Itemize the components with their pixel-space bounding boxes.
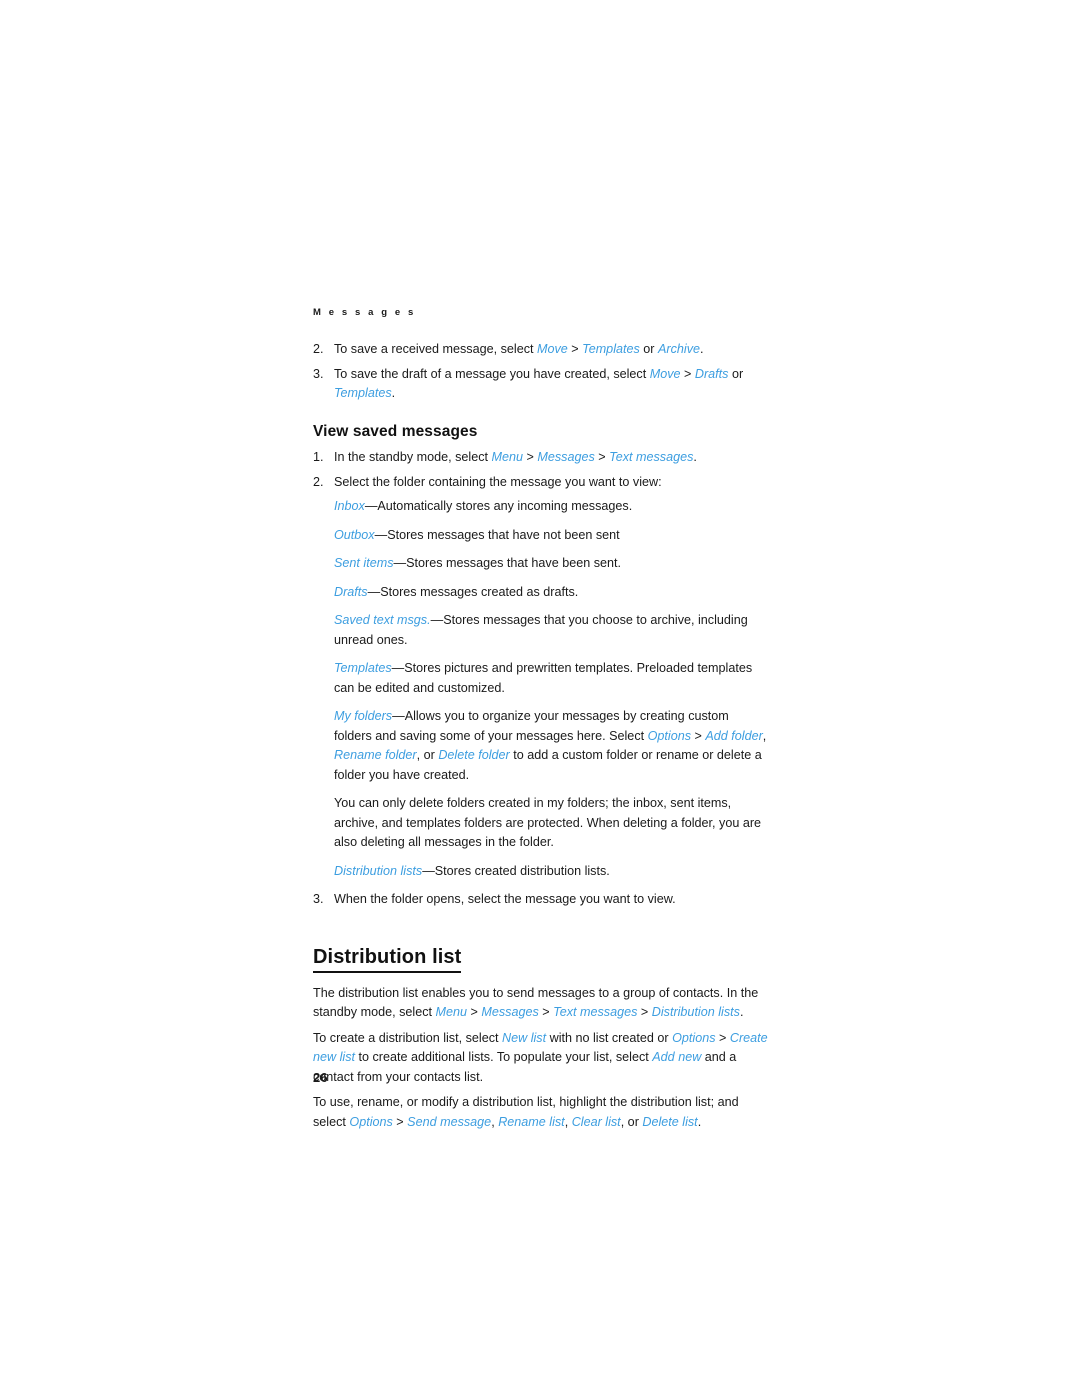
ui-reference: Menu <box>435 1005 468 1020</box>
list-item: 2. Select the folder containing the mess… <box>313 473 768 493</box>
ui-reference: My folders <box>334 709 393 724</box>
ui-reference: Templates <box>334 661 392 676</box>
distribution-list-paragraph-create: To create a distribution list, select Ne… <box>313 1030 768 1084</box>
ui-reference: Options <box>647 728 692 743</box>
ui-reference: Messages <box>481 1005 539 1020</box>
ui-reference: Clear list <box>571 1114 621 1129</box>
ui-reference: Send message <box>407 1114 492 1129</box>
list-item: 1. In the standby mode, select Menu > Me… <box>313 448 768 468</box>
list-item-number: 3. <box>313 892 324 907</box>
ui-reference: Drafts <box>694 366 729 381</box>
ui-reference: Delete list <box>642 1114 698 1129</box>
list-item-number: 3. <box>313 366 324 381</box>
ui-reference: Rename folder <box>334 748 417 763</box>
ui-reference: Delete folder <box>438 748 510 763</box>
ui-reference: Options <box>672 1030 716 1045</box>
view-saved-messages-list-final: 3. When the folder opens, select the mes… <box>313 890 768 910</box>
ui-reference: Drafts <box>334 584 368 599</box>
ui-reference: Text messages <box>609 450 694 465</box>
chapter-heading-distribution-list: Distribution list <box>313 945 462 973</box>
folder-description-saved-text-msgs: Saved text msgs.—Stores messages that yo… <box>334 613 748 647</box>
list-item: 3. When the folder opens, select the mes… <box>313 890 768 910</box>
chapter-heading-wrap: Distribution list <box>313 915 768 984</box>
folder-description-drafts: Drafts—Stores messages created as drafts… <box>334 584 579 599</box>
folder-description-distribution-lists: Distribution lists—Stores created distri… <box>334 863 610 878</box>
ui-reference: Rename list <box>498 1114 565 1129</box>
ui-reference: Sent items <box>334 556 394 571</box>
ui-reference: Saved text msgs. <box>334 613 431 628</box>
list-item-text: To save the draft of a message you have … <box>334 366 744 401</box>
list-item-text: When the folder opens, select the messag… <box>334 892 676 907</box>
ui-reference: Move <box>649 366 681 381</box>
list-item-number: 2. <box>313 474 324 489</box>
ui-reference: Text messages <box>553 1005 638 1020</box>
folder-description-sent-items: Sent items—Stores messages that have bee… <box>334 556 622 571</box>
distribution-list-paragraph-modify: To use, rename, or modify a distribution… <box>313 1095 739 1129</box>
ui-reference: Add new <box>652 1050 702 1065</box>
folder-description-outbox: Outbox—Stores messages that have not bee… <box>334 527 620 542</box>
ui-reference: Distribution lists <box>651 1005 740 1020</box>
ui-reference: Outbox <box>334 527 375 542</box>
folder-descriptions: Inbox—Automatically stores any incoming … <box>313 497 768 881</box>
ui-reference: Add folder <box>705 728 763 743</box>
folder-description-inbox: Inbox—Automatically stores any incoming … <box>334 499 633 514</box>
list-item-text: In the standby mode, select Menu > Messa… <box>334 450 697 465</box>
list-item: 2. To save a received message, select Mo… <box>313 340 768 360</box>
list-item-number: 2. <box>313 342 324 357</box>
ui-reference: Distribution lists <box>334 863 423 878</box>
folder-description-my-folders: My folders—Allows you to organize your m… <box>334 709 767 782</box>
ui-reference: Templates <box>334 386 392 401</box>
distribution-list-paragraph-intro: The distribution list enables you to sen… <box>313 985 759 1020</box>
continued-numbered-list: 2. To save a received message, select Mo… <box>313 340 768 404</box>
running-header: M e s s a g e s <box>313 307 416 318</box>
list-item-text: Select the folder containing the message… <box>334 474 662 489</box>
list-item-number: 1. <box>313 450 324 465</box>
page-content: M e s s a g e s 2. To save a received me… <box>313 307 768 1138</box>
ui-reference: Inbox <box>334 499 365 514</box>
list-item: 3. To save the draft of a message you ha… <box>313 365 768 404</box>
ui-reference: Archive <box>658 342 700 357</box>
section-heading-view-saved-messages: View saved messages <box>313 422 478 440</box>
page-number: 26 <box>313 1070 328 1085</box>
ui-reference: Move <box>537 342 568 357</box>
folder-description-templates: Templates—Stores pictures and prewritten… <box>334 661 753 695</box>
ui-reference: Messages <box>537 450 595 465</box>
folder-deletion-note: You can only delete folders created in m… <box>334 796 762 850</box>
ui-reference: Options <box>349 1114 393 1129</box>
list-item-text: To save a received message, select Move … <box>334 342 704 357</box>
ui-reference: Menu <box>491 450 524 465</box>
view-saved-messages-list: 1. In the standby mode, select Menu > Me… <box>313 448 768 492</box>
ui-reference: New list <box>502 1030 547 1045</box>
ui-reference: Templates <box>582 342 640 357</box>
